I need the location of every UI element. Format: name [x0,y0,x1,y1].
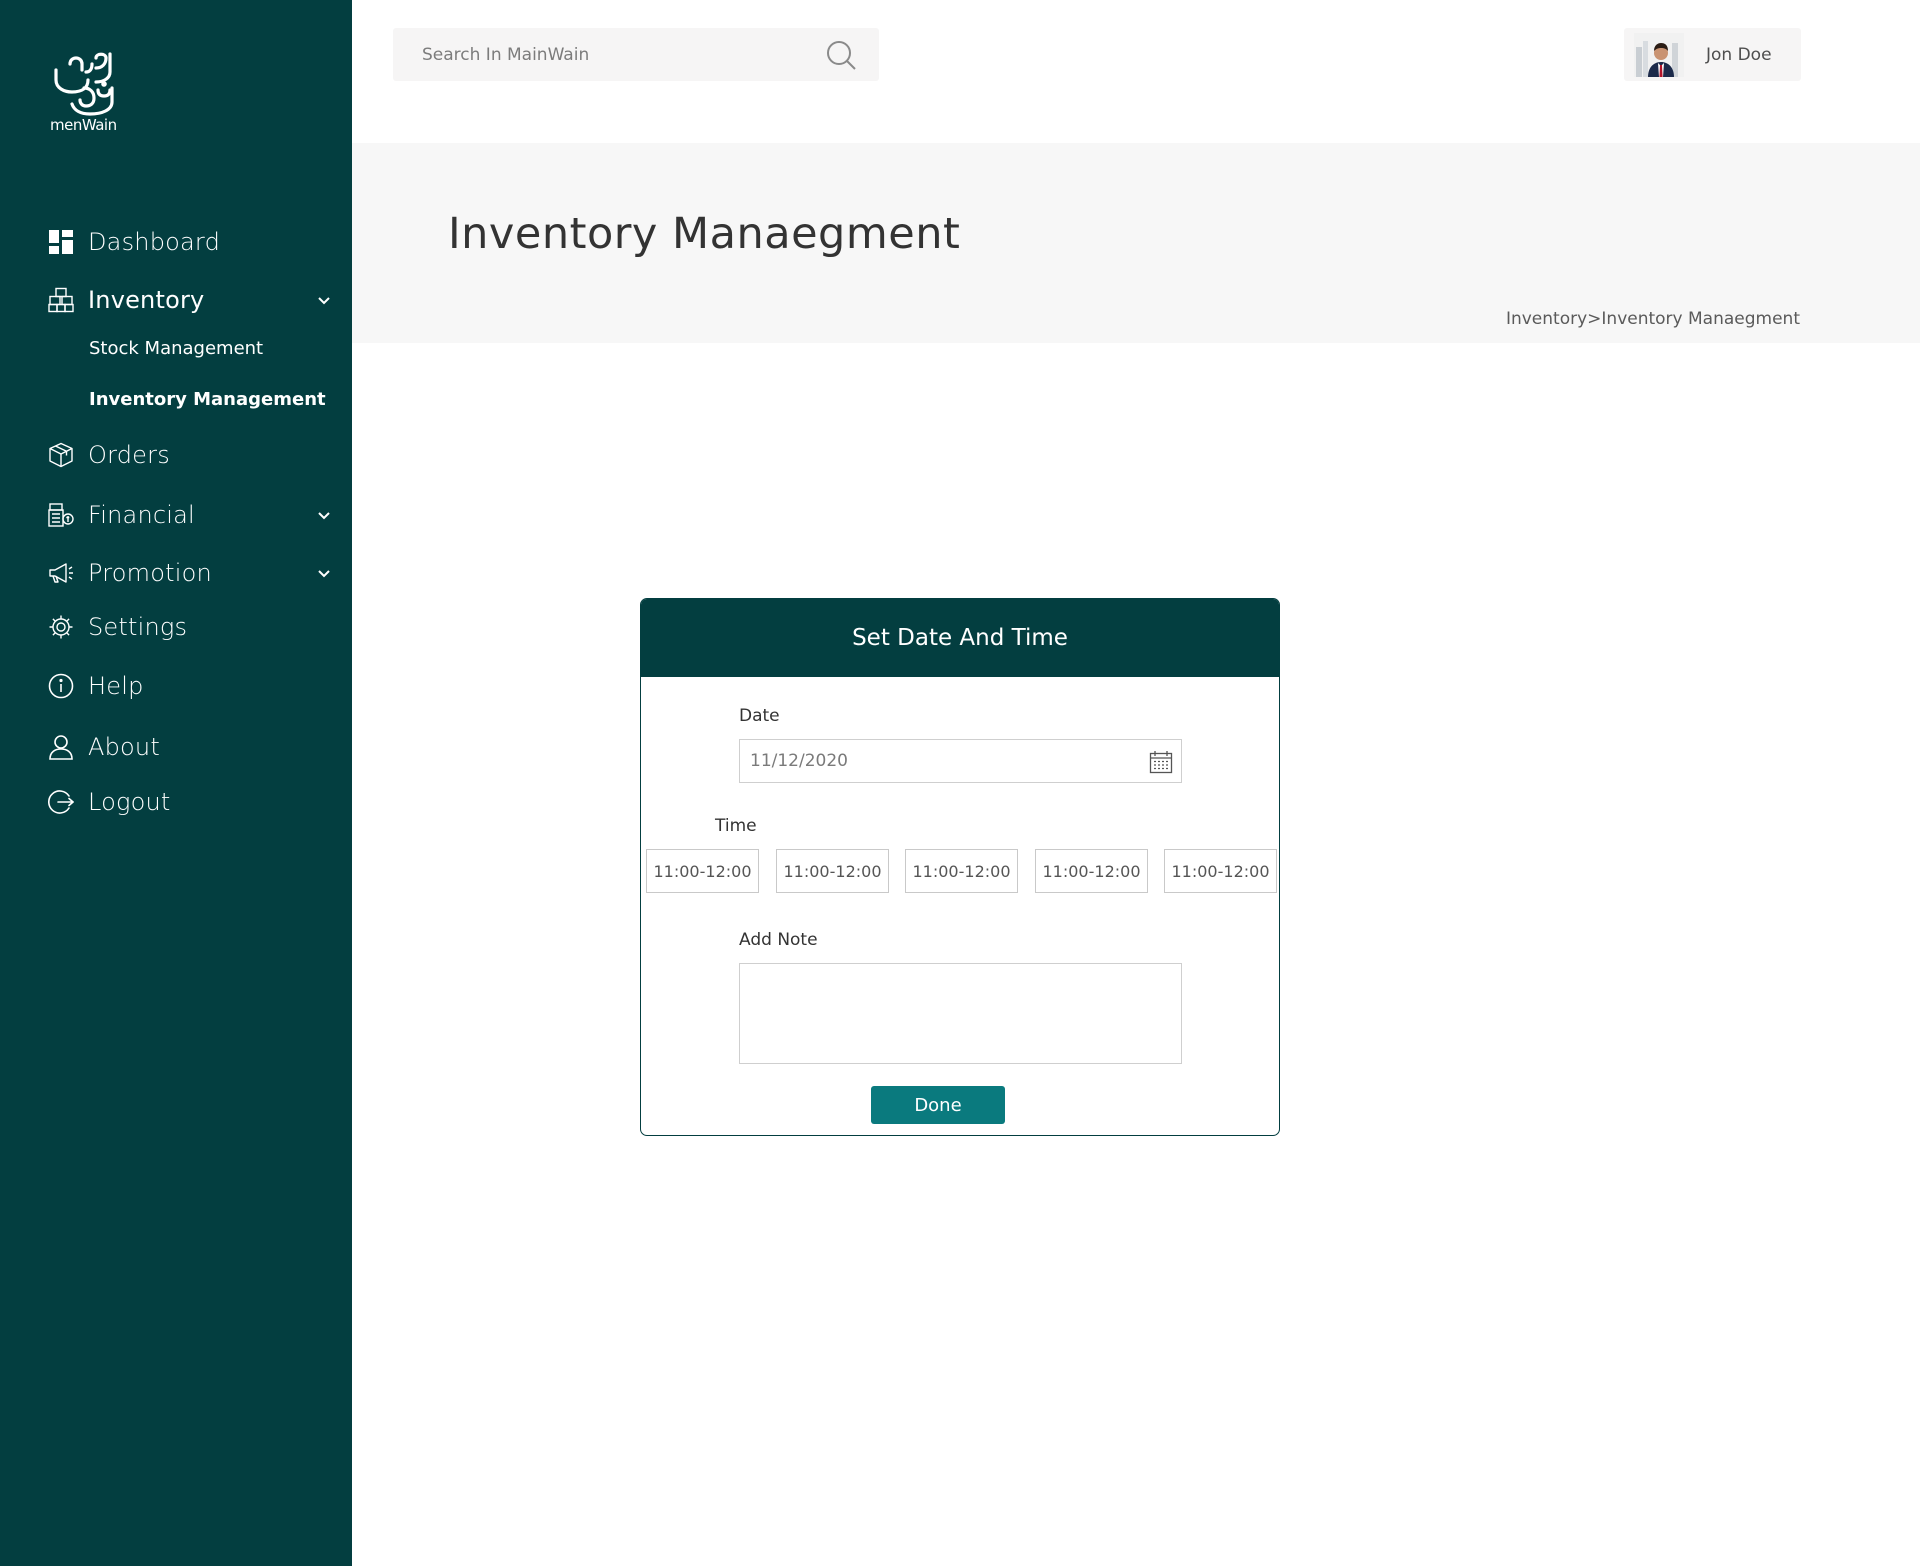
sidebar-item-logout[interactable]: Logout [48,782,334,822]
gear-icon [48,614,74,640]
breadcrumb-link-inventory[interactable]: Inventory [1506,309,1587,329]
time-slot[interactable]: 11:00-12:00 [646,849,759,893]
modal-title: Set Date And Time [852,625,1068,651]
time-slot[interactable]: 11:00-12:00 [1164,849,1277,893]
sidebar-item-help[interactable]: Help [48,666,334,706]
page-title: Inventory Manaegment [448,209,961,259]
sidebar-item-label: Settings [88,613,188,641]
time-slot[interactable]: 11:00-12:00 [776,849,889,893]
user-icon [48,734,74,760]
note-textarea[interactable] [739,963,1182,1064]
chevron-down-icon[interactable] [314,563,334,583]
time-slot[interactable]: 11:00-12:00 [905,849,1018,893]
breadcrumb-current: Inventory Manaegment [1601,309,1800,329]
logo-wordmark: menWain [50,116,117,134]
dashboard-icon [48,229,74,255]
user-name: Jon Doe [1706,45,1772,65]
info-icon [48,673,74,699]
user-menu[interactable]: Jon Doe [1624,28,1801,81]
breadcrumb: Inventory > Inventory Manaegment [1506,309,1800,329]
modal-header: Set Date And Time [641,599,1279,677]
search-bar[interactable]: Search In MainWain [393,28,879,81]
logo-glyph-icon [54,52,114,116]
date-value: 11/12/2020 [750,751,848,771]
sidebar-subitem-label: Inventory Management [89,388,326,410]
megaphone-icon [48,560,74,586]
sidebar-subitem-inventory-management[interactable]: Inventory Management [89,384,326,414]
brand-logo[interactable]: menWain [48,50,124,136]
sidebar-item-label: Promotion [88,559,212,587]
chevron-down-icon[interactable] [314,505,334,525]
sidebar-item-financial[interactable]: Financial [48,495,334,535]
sidebar-item-label: About [88,733,160,761]
sidebar-item-inventory[interactable]: Inventory [48,280,334,320]
sidebar-item-label: Orders [88,441,170,469]
note-label: Add Note [739,930,818,950]
package-icon [48,442,74,468]
sidebar-item-label: Financial [88,501,195,529]
time-label: Time [715,816,757,836]
avatar [1634,33,1684,77]
sidebar-item-dashboard[interactable]: Dashboard [48,222,334,262]
sidebar-item-label: Dashboard [88,228,221,256]
page-header: Inventory Manaegment Inventory > Invento… [352,143,1920,343]
inventory-boxes-icon [48,287,74,313]
sidebar-subitem-stock-management[interactable]: Stock Management [89,333,263,363]
time-slot[interactable]: 11:00-12:00 [1035,849,1148,893]
sidebar-item-promotion[interactable]: Promotion [48,553,334,593]
search-input[interactable]: Search In MainWain [422,45,589,65]
sidebar-item-about[interactable]: About [48,727,334,767]
logout-icon [48,789,74,815]
set-date-time-modal: Set Date And Time Date 11/12/2020 Time 1… [640,598,1280,1136]
sidebar-item-orders[interactable]: Orders [48,435,334,475]
search-icon[interactable] [825,39,857,71]
breadcrumb-separator: > [1587,309,1602,329]
sidebar-item-label: Inventory [88,286,205,314]
date-label: Date [739,706,780,726]
sidebar-item-label: Help [88,672,144,700]
done-button[interactable]: Done [871,1086,1005,1124]
sidebar-item-label: Logout [88,788,171,816]
calendar-icon[interactable] [1149,750,1173,774]
sidebar-item-settings[interactable]: Settings [48,607,334,647]
chevron-down-icon[interactable] [314,290,334,310]
date-field[interactable]: 11/12/2020 [739,739,1182,783]
sidebar: menWain Dashboard Inventory Stock Manage… [0,0,352,1566]
sidebar-subitem-label: Stock Management [89,337,264,359]
cash-register-icon [48,502,74,528]
